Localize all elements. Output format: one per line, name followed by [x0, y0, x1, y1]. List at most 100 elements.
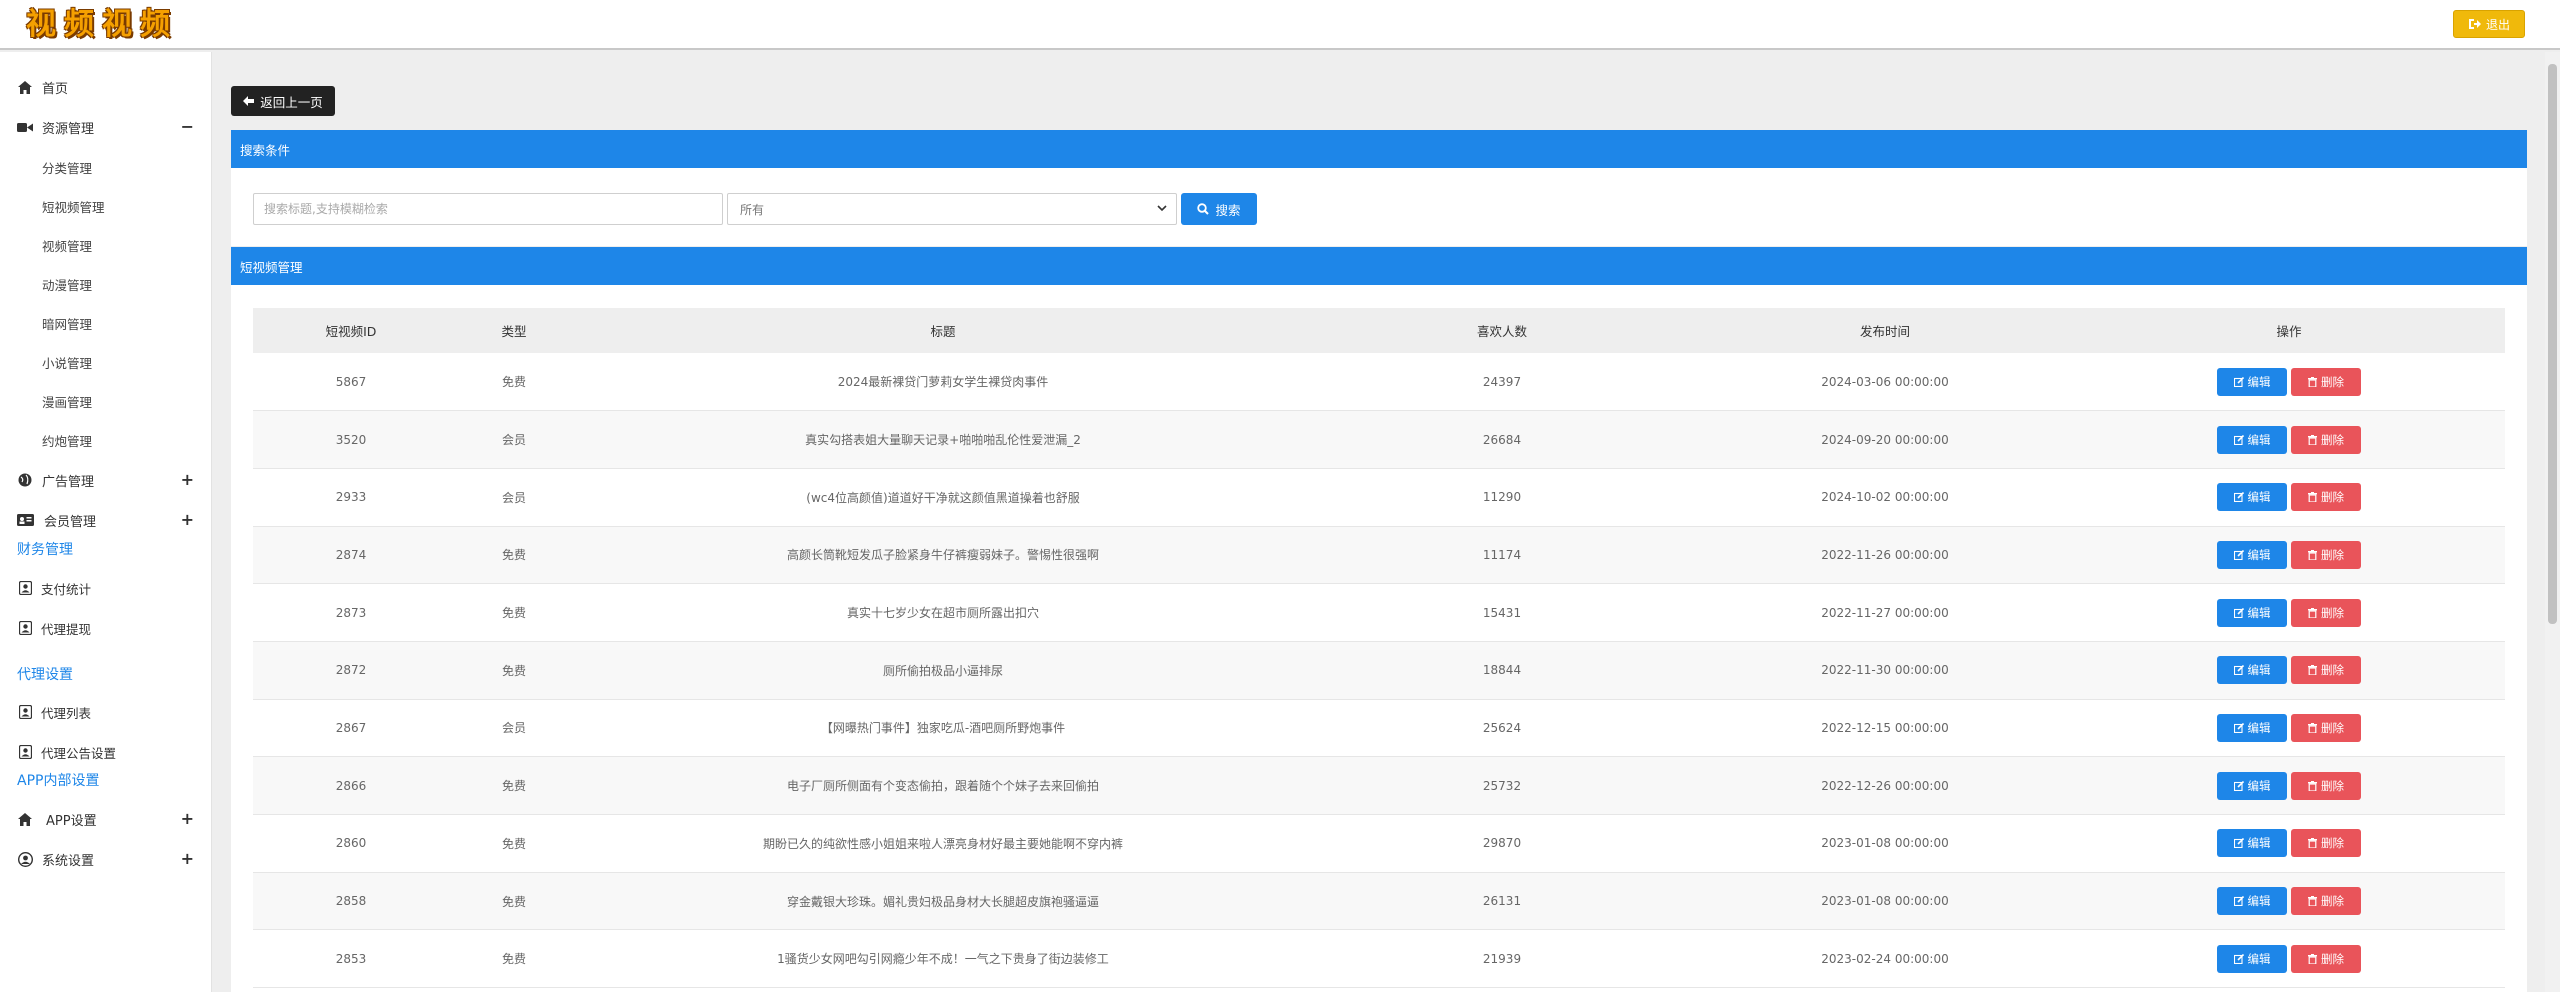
cell-title: 电子厂厕所侧面有个变态偷拍，跟着随个个妹子去来回偷拍 [786, 779, 1099, 794]
sidebar-subitem-anime[interactable]: 动漫管理 [42, 272, 92, 296]
edit-label: 编辑 [2247, 894, 2271, 909]
edit-button[interactable]: 编辑 [2217, 656, 2287, 685]
delete-button[interactable]: 删除 [2291, 598, 2361, 627]
trash-icon [2308, 549, 2317, 560]
cell-time: 2024-10-02 00:00:00 [1821, 490, 1949, 505]
cell-title: 期盼已久的纯欲性感小姐姐来啦人漂亮身材好最主要她能啊不穿内裤 [762, 836, 1123, 851]
delete-button[interactable]: 删除 [2291, 829, 2361, 858]
cell-time: 2024-03-06 00:00:00 [1821, 374, 1949, 389]
cell-title: 真实十七岁少女在超市厕所露出扣穴 [846, 606, 1039, 621]
delete-button[interactable]: 删除 [2291, 713, 2361, 742]
cell-actions: 编辑 删除 [2073, 815, 2505, 873]
sidebar-subitem-category[interactable]: 分类管理 [42, 155, 92, 179]
cell-id: 5867 [335, 374, 367, 389]
search-button[interactable]: 搜索 [1181, 193, 1257, 225]
edit-button[interactable]: 编辑 [2217, 598, 2287, 627]
column-header-likes[interactable]: 喜欢人数 [1307, 308, 1697, 353]
cell-id: 2866 [335, 778, 367, 793]
column-header-type[interactable]: 类型 [449, 308, 579, 353]
back-button[interactable]: 返回上一页 [231, 86, 335, 116]
edit-button[interactable]: 编辑 [2217, 425, 2287, 454]
delete-button[interactable]: 删除 [2291, 887, 2361, 916]
page-scrollbar[interactable] [2545, 52, 2560, 992]
collapse-icon[interactable]: − [181, 117, 194, 136]
column-header-time[interactable]: 发布时间 [1697, 308, 2073, 353]
expand-icon[interactable]: + [181, 510, 194, 529]
sidebar-item-resource[interactable]: 资源管理 − [0, 115, 212, 139]
table-row: 3520 会员 真实勾搭表姐大量聊天记录+啪啪啪乱伦性爱泄漏_2 26684 2024-… [253, 410, 2505, 469]
sidebar-subitem-video[interactable]: 视频管理 [42, 233, 92, 257]
edit-button[interactable]: 编辑 [2217, 887, 2287, 916]
type-select[interactable]: 所有 [727, 193, 1177, 225]
edit-label: 编辑 [2247, 374, 2271, 389]
edit-label: 编辑 [2247, 432, 2271, 447]
trash-icon [2308, 780, 2317, 791]
sidebar-subitem-comic[interactable]: 漫画管理 [42, 389, 92, 413]
sidebar-item-payment-stats[interactable]: 支付统计 [17, 576, 91, 600]
expand-icon[interactable]: + [181, 849, 194, 868]
edit-button[interactable]: 编辑 [2217, 944, 2287, 973]
trash-icon [2308, 896, 2317, 907]
sidebar-item-agent-notice[interactable]: 代理公告设置 [17, 740, 116, 764]
delete-button[interactable]: 删除 [2291, 540, 2361, 569]
edit-button[interactable]: 编辑 [2217, 367, 2287, 396]
expand-icon[interactable]: + [181, 809, 194, 828]
globe-icon [16, 471, 34, 489]
column-header-id[interactable]: 短视频ID [253, 308, 449, 353]
sidebar-item-members[interactable]: 会员管理 + [0, 508, 212, 532]
sidebar-subitem-dating[interactable]: 约炮管理 [42, 428, 92, 452]
sidebar-item-agent-withdraw[interactable]: 代理提现 [17, 616, 91, 640]
cell-title: 高颜长筒靴短发瓜子脸紧身牛仔裤瘦弱妹子。警惕性很强啊 [786, 548, 1099, 563]
cell-title: (wc4位高颜值)道道好干净就这颜值黑道操着也舒服 [806, 490, 1080, 505]
edit-label: 编辑 [2247, 836, 2271, 851]
search-label: 搜索 [1215, 202, 1241, 218]
delete-button[interactable]: 删除 [2291, 367, 2361, 396]
sidebar-subitem-novel[interactable]: 小说管理 [42, 350, 92, 374]
cell-likes: 26684 [1482, 432, 1522, 447]
home-icon [16, 78, 34, 96]
edit-button[interactable]: 编辑 [2217, 771, 2287, 800]
edit-button[interactable]: 编辑 [2217, 540, 2287, 569]
table-row: 2872 免费 厕所偷拍极品小逼排尿 18844 2022-11-30 00:00:00… [253, 641, 2505, 700]
cell-id: 2933 [335, 490, 367, 505]
delete-button[interactable]: 删除 [2291, 425, 2361, 454]
delete-button[interactable]: 删除 [2291, 771, 2361, 800]
edit-button[interactable]: 编辑 [2217, 483, 2287, 512]
delete-button[interactable]: 删除 [2291, 483, 2361, 512]
search-icon [1197, 203, 1210, 215]
delete-button[interactable]: 删除 [2291, 656, 2361, 685]
edit-button[interactable]: 编辑 [2217, 713, 2287, 742]
cell-title: 穿金戴银大珍珠。媚礼贵妇极品身材大长腿超皮旗袍骚逼逼 [786, 894, 1099, 909]
table-row: 2873 免费 真实十七岁少女在超市厕所露出扣穴 15431 2022-11-27 00… [253, 584, 2505, 642]
logout-label: 退出 [2485, 17, 2510, 32]
delete-button[interactable]: 删除 [2291, 944, 2361, 973]
edit-button[interactable]: 编辑 [2217, 829, 2287, 858]
cell-id: 3520 [335, 432, 367, 447]
trash-icon [2308, 722, 2317, 733]
expand-icon[interactable]: + [181, 470, 194, 489]
sidebar-item-ads[interactable]: 广告管理 + [0, 468, 212, 492]
sidebar-subitem-darkweb[interactable]: 暗网管理 [42, 311, 92, 335]
table-header-row: 短视频ID 类型 标题 喜欢人数 发布时间 操作 [253, 308, 2505, 353]
column-header-title[interactable]: 标题 [579, 308, 1307, 353]
user-box-icon [17, 704, 33, 720]
logout-button[interactable]: 退出 [2453, 10, 2525, 38]
type-select-value: 所有 [740, 202, 765, 217]
edit-icon [2233, 838, 2244, 849]
edit-icon [2233, 953, 2244, 964]
cell-title: 1骚货少女网吧勾引网瘾少年不成！一气之下贵身了街边装修工 [777, 952, 1109, 967]
trash-icon [2308, 607, 2317, 618]
sidebar-item-label: 首页 [42, 81, 69, 97]
sidebar-item-home[interactable]: 首页 [0, 75, 212, 99]
cell-likes: 11174 [1482, 547, 1522, 562]
user-box-icon [17, 620, 33, 636]
edit-icon [2233, 896, 2244, 907]
scrollbar-thumb[interactable] [2548, 64, 2557, 624]
sidebar-item-agent-list[interactable]: 代理列表 [17, 700, 91, 724]
sidebar-item-system-settings[interactable]: 系统设置 + [0, 847, 212, 871]
search-input[interactable] [253, 193, 723, 225]
cell-likes: 25624 [1482, 720, 1522, 735]
sidebar-subitem-short-video[interactable]: 短视频管理 [42, 194, 105, 218]
cell-likes: 29870 [1482, 836, 1522, 851]
sidebar-item-app-settings[interactable]: APP设置 + [0, 807, 212, 831]
